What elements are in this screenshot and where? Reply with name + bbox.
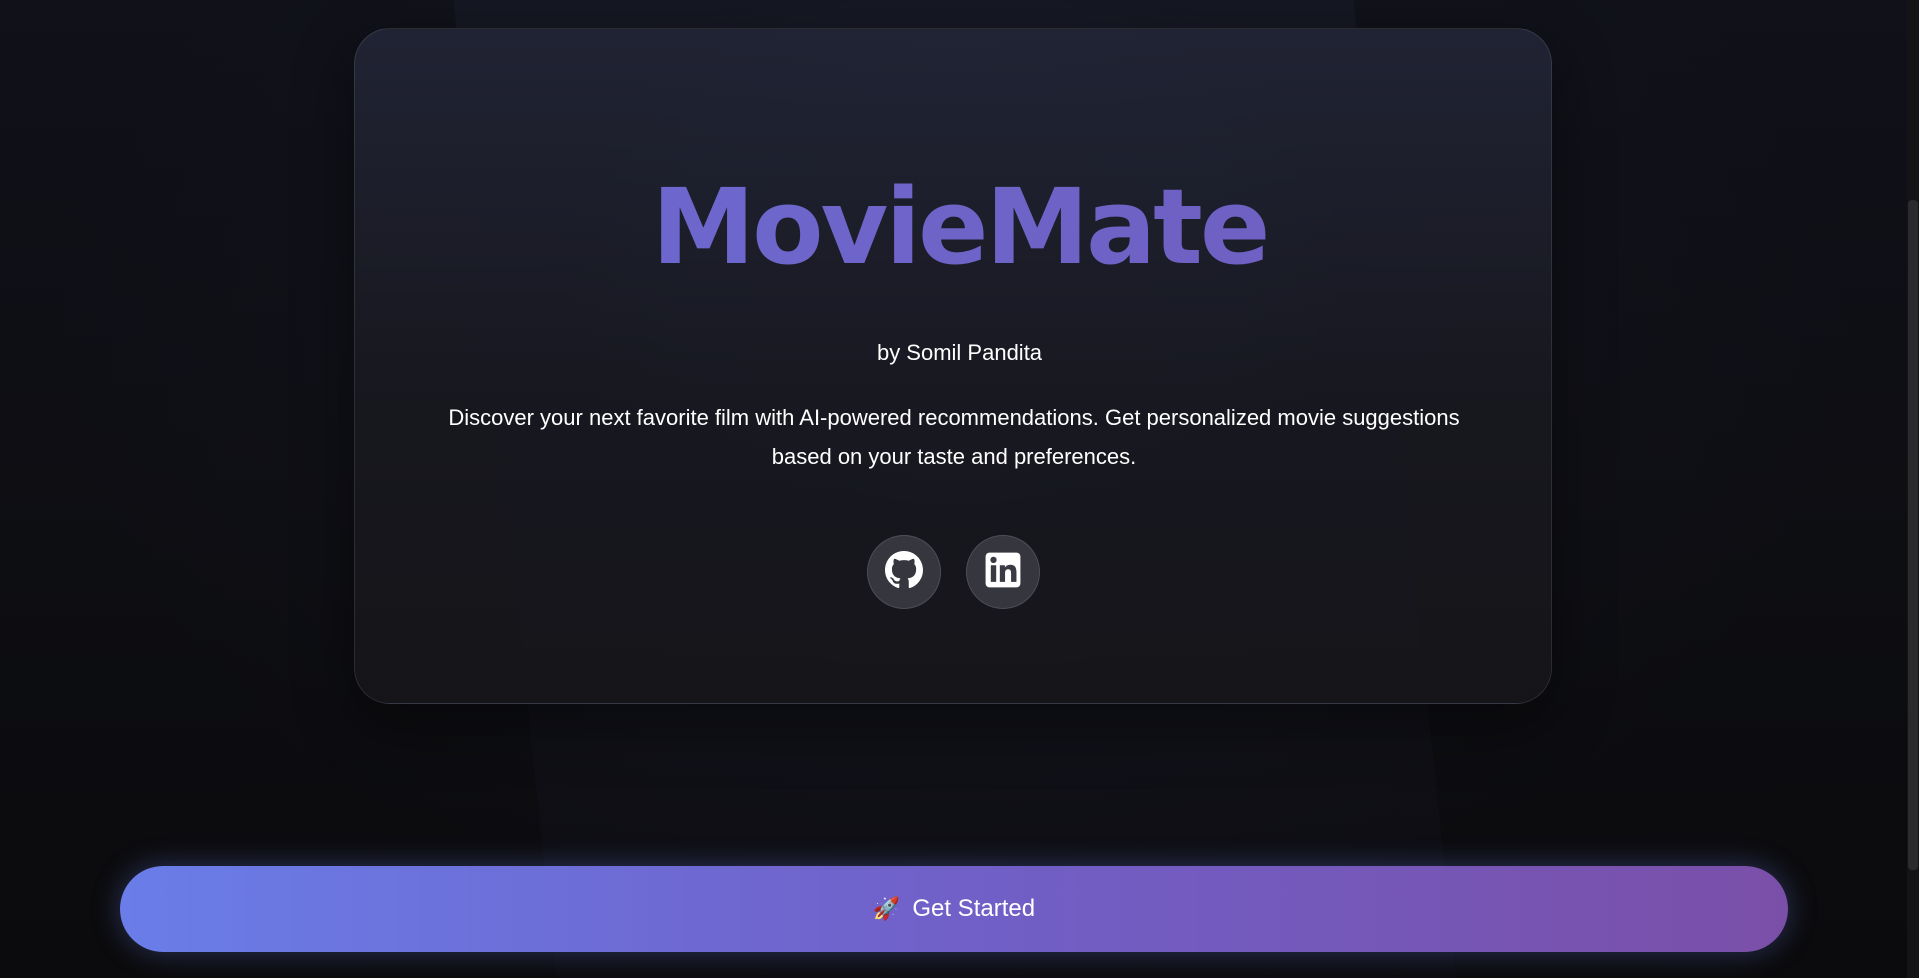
author-byline: by Somil Pandita (876, 340, 1043, 365)
get-started-label: Get Started (912, 895, 1036, 922)
app-title: MovieMate (0, 162, 1919, 292)
get-started-button[interactable]: 🚀 Get Started (120, 866, 1788, 952)
github-link[interactable] (867, 535, 941, 609)
app-description: Discover your next favorite film with AI… (448, 405, 1460, 469)
rocket-icon: 🚀 (872, 896, 901, 921)
linkedin-icon (984, 551, 1022, 593)
github-icon (885, 551, 923, 593)
scrollbar-track[interactable] (1907, 0, 1919, 978)
scrollbar-thumb[interactable] (1908, 200, 1918, 870)
page: MovieMate by Somil Pandita Discover your… (0, 0, 1919, 978)
linkedin-link[interactable] (966, 535, 1040, 609)
